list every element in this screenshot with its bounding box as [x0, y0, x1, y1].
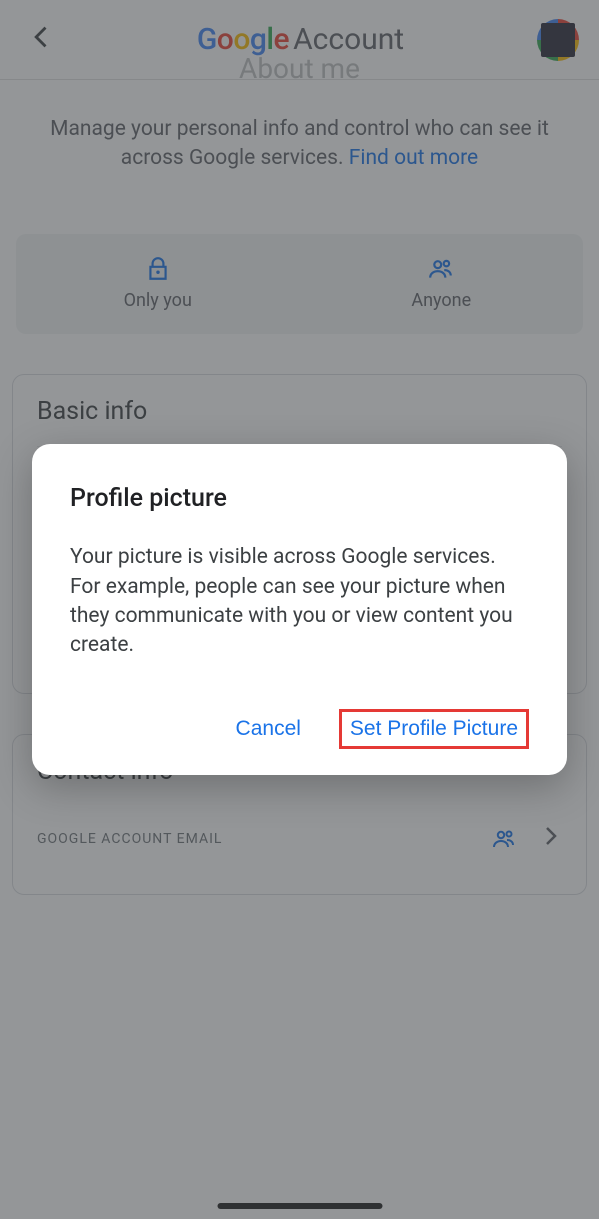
set-profile-picture-button[interactable]: Set Profile Picture	[339, 709, 529, 749]
dialog-title: Profile picture	[70, 484, 529, 513]
dialog-actions: Cancel Set Profile Picture	[70, 709, 529, 749]
dialog-body: Your picture is visible across Google se…	[70, 543, 529, 661]
profile-picture-dialog: Profile picture Your picture is visible …	[32, 444, 567, 775]
cancel-button[interactable]: Cancel	[226, 709, 311, 749]
modal-overlay[interactable]: Profile picture Your picture is visible …	[0, 0, 599, 1219]
